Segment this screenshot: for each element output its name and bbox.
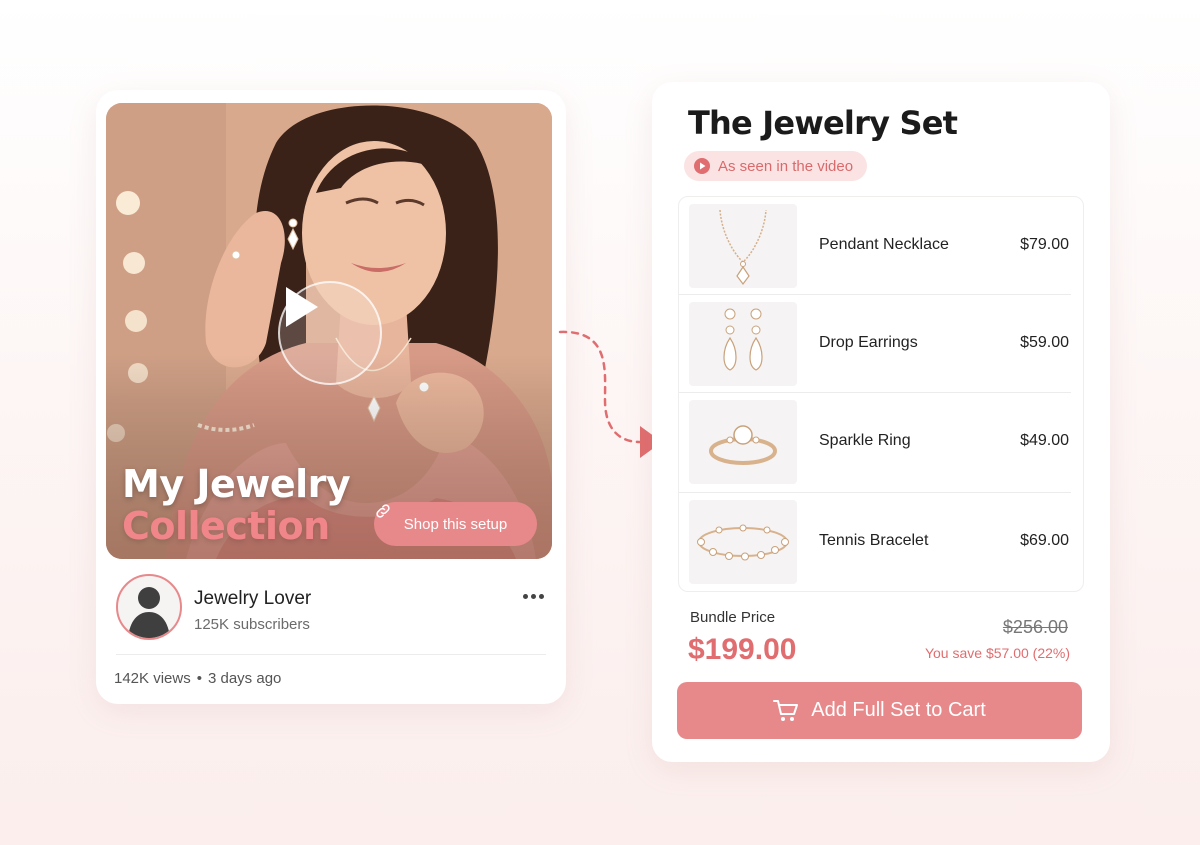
cart-icon (773, 699, 799, 721)
product-thumbnail (689, 500, 797, 584)
product-item-earrings[interactable]: Drop Earrings $59.00 (679, 295, 1083, 393)
view-count: 142K views (114, 670, 191, 687)
product-item-necklace[interactable]: Pendant Necklace $79.00 (679, 197, 1083, 295)
product-thumbnail (689, 204, 797, 288)
play-icon (286, 287, 318, 327)
original-price: $256.00 (1002, 617, 1068, 637)
add-to-cart-button[interactable]: Add Full Set to Cart (677, 682, 1082, 739)
subscriber-count: 125K subscribers (194, 616, 310, 633)
product-thumbnail (689, 302, 797, 386)
avatar[interactable] (116, 574, 182, 640)
video-title-line2: Collection (122, 504, 330, 548)
video-thumbnail[interactable]: My Jewelry Collection Shop this setup (106, 103, 552, 559)
video-title: My Jewelry Collection (122, 462, 351, 548)
product-item-ring[interactable]: Sparkle Ring $49.00 (679, 393, 1083, 493)
link-icon (376, 504, 390, 518)
video-title-line1: My Jewelry (122, 462, 351, 506)
more-dot-icon (538, 593, 544, 599)
earrings-icon (723, 308, 763, 371)
product-price: $79.00 (1020, 236, 1069, 253)
more-dot-icon (522, 593, 528, 599)
badge-label: As seen in the video (718, 157, 854, 175)
necklace-icon (719, 209, 767, 285)
product-name: Drop Earrings (819, 334, 918, 351)
product-name: Pendant Necklace (819, 236, 949, 253)
video-meta: 142K views • 3 days ago (114, 670, 281, 687)
product-price: $69.00 (1020, 532, 1069, 549)
savings-text: You save $57.00 (22%) (924, 645, 1070, 661)
shop-setup-button[interactable]: Shop this setup (374, 502, 537, 546)
product-item-bracelet[interactable]: Tennis Bracelet $69.00 (679, 493, 1083, 593)
bundle-label: Bundle Price (690, 609, 776, 626)
user-silhouette-icon (128, 587, 170, 638)
ring-icon (709, 425, 777, 465)
add-to-cart-label: Add Full Set to Cart (811, 699, 986, 721)
play-circle-icon (694, 158, 710, 174)
product-price: $49.00 (1020, 432, 1069, 449)
channel-info: Jewelry Lover 125K subscribers (116, 574, 548, 644)
divider (116, 654, 546, 655)
play-button[interactable] (278, 281, 382, 385)
bundle-price: $199.00 (688, 633, 797, 666)
meta-separator: • (196, 670, 202, 687)
more-options-button[interactable] (518, 584, 548, 608)
seen-in-video-badge: As seen in the video (684, 151, 868, 181)
channel-name[interactable]: Jewelry Lover (194, 588, 311, 610)
product-list: Pendant Necklace $79.00 Drop Earrings $5… (678, 196, 1084, 592)
product-thumbnail (689, 400, 797, 484)
panel-title: The Jewelry Set (688, 104, 958, 142)
video-card: My Jewelry Collection Shop this setup Je… (96, 90, 566, 704)
shop-setup-label: Shop this setup (403, 515, 508, 533)
bracelet-icon (697, 524, 789, 561)
posted-time: 3 days ago (207, 670, 282, 687)
more-dot-icon (530, 593, 536, 599)
product-name: Tennis Bracelet (819, 532, 929, 549)
product-panel: The Jewelry Set As seen in the video Pen… (652, 82, 1110, 762)
product-price: $59.00 (1020, 334, 1069, 351)
product-name: Sparkle Ring (819, 432, 911, 449)
